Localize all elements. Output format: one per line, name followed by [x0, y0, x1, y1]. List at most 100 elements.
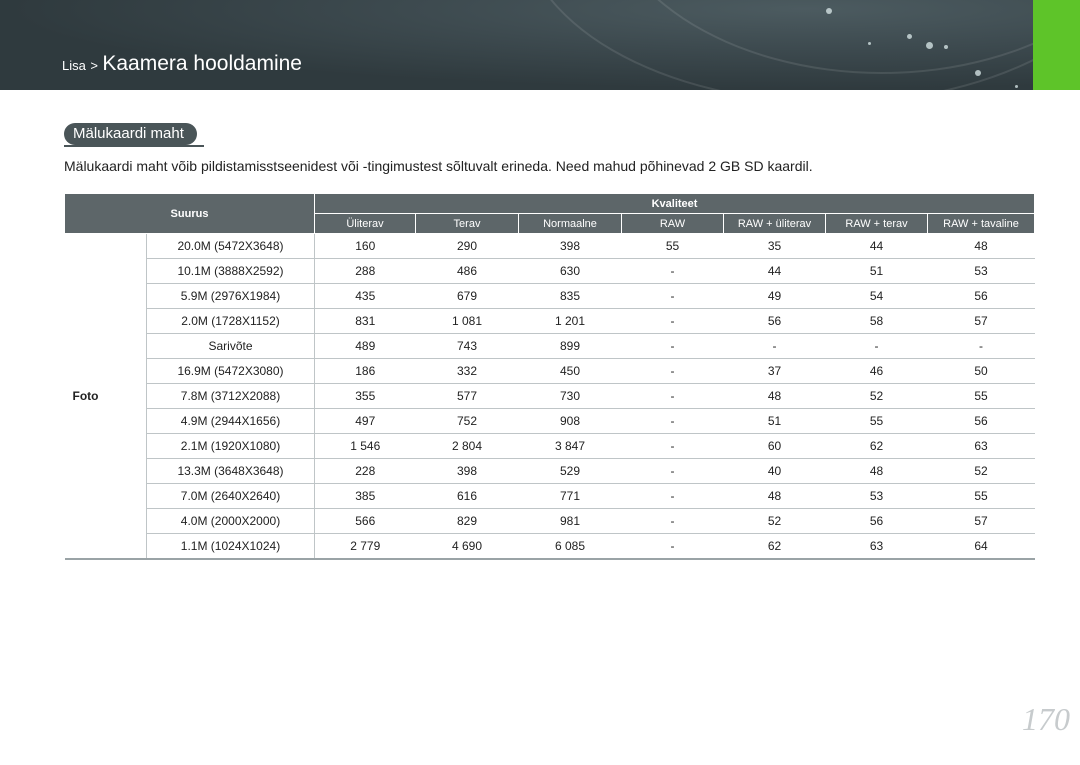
- capacity-cell: 630: [518, 258, 622, 284]
- capacity-cell: 54: [825, 283, 928, 309]
- capacity-cell: 450: [518, 358, 622, 384]
- size-cell: 2.0M (1728X1152): [146, 308, 315, 334]
- capacity-cell: 6 085: [518, 533, 622, 560]
- capacity-cell: -: [621, 408, 724, 434]
- capacity-cell: 37: [723, 358, 826, 384]
- capacity-cell: 52: [825, 383, 928, 409]
- capacity-cell: -: [825, 333, 928, 359]
- capacity-cell: 566: [314, 508, 416, 534]
- intro-text: Mälukaardi maht võib pildistamisstseenid…: [64, 158, 813, 174]
- table-row: 4.9M (2944X1656) 497 752 908-51 55 56: [65, 408, 1035, 434]
- size-cell: 2.1M (1920X1080): [146, 433, 315, 459]
- table-row: Sarivõte 489 743 899- - - -: [65, 333, 1035, 359]
- capacity-cell: 908: [518, 408, 622, 434]
- capacity-cell: 981: [518, 508, 622, 534]
- capacity-cell: 616: [415, 483, 519, 509]
- capacity-cell: -: [927, 333, 1035, 359]
- breadcrumb-parent[interactable]: Lisa: [62, 58, 86, 73]
- capacity-cell: 679: [415, 283, 519, 309]
- capacity-cell: 4 690: [415, 533, 519, 560]
- capacity-cell: 48: [723, 483, 826, 509]
- capacity-cell: -: [621, 533, 724, 560]
- capacity-cell: 56: [723, 308, 826, 334]
- table-row: 2.0M (1728X1152) 831 1 081 1 201-56 58 57: [65, 308, 1035, 334]
- capacity-cell: 44: [825, 233, 928, 259]
- capacity-cell: 64: [927, 533, 1035, 560]
- capacity-cell: 48: [825, 458, 928, 484]
- page-number: 170: [1022, 701, 1070, 737]
- capacity-cell: 49: [723, 283, 826, 309]
- page-title: Kaamera hooldamine: [102, 52, 302, 75]
- section-underline: [64, 145, 204, 147]
- capacity-cell: -: [621, 458, 724, 484]
- capacity-cell: 398: [415, 458, 519, 484]
- capacity-cell: 56: [927, 283, 1035, 309]
- size-cell: 7.0M (2640X2640): [146, 483, 315, 509]
- capacity-cell: 730: [518, 383, 622, 409]
- capacity-cell: 1 201: [518, 308, 622, 334]
- capacity-cell: 1 081: [415, 308, 519, 334]
- quality-column-header-cell: RAW: [621, 213, 724, 234]
- quality-column-header: Kvaliteet: [313, 193, 1036, 214]
- capacity-cell: 160: [314, 233, 416, 259]
- capacity-cell: -: [621, 433, 724, 459]
- capacity-cell: 55: [621, 233, 724, 259]
- capacity-cell: -: [621, 258, 724, 284]
- size-cell: 20.0M (5472X3648): [146, 233, 315, 259]
- capacity-cell: 771: [518, 483, 622, 509]
- table-row: 5.9M (2976X1984) 435 679 835-49 54 56: [65, 283, 1035, 309]
- capacity-cell: 55: [927, 483, 1035, 509]
- capacity-cell: -: [621, 508, 724, 534]
- capacity-cell: 743: [415, 333, 519, 359]
- capacity-cell: 62: [825, 433, 928, 459]
- capacity-cell: 288: [314, 258, 416, 284]
- capacity-cell: 35: [723, 233, 826, 259]
- capacity-cell: 50: [927, 358, 1035, 384]
- capacity-cell: 577: [415, 383, 519, 409]
- capacity-cell: 63: [927, 433, 1035, 459]
- size-cell: Sarivõte: [146, 333, 315, 359]
- size-cell: 1.1M (1024X1024): [146, 533, 315, 560]
- capacity-cell: 186: [314, 358, 416, 384]
- capacity-cell: 51: [723, 408, 826, 434]
- capacity-cell: 435: [314, 283, 416, 309]
- capacity-cell: 486: [415, 258, 519, 284]
- size-cell: 13.3M (3648X3648): [146, 458, 315, 484]
- chapter-tab: [1033, 0, 1080, 90]
- table-row: 16.9M (5472X3080) 186 332 450-37 46 50: [65, 358, 1035, 384]
- table-row: Foto 20.0M (5472X3648) 160 290 398 55 35 44 48: [64, 233, 1035, 560]
- capacity-cell: 63: [825, 533, 928, 560]
- quality-column-header-cell: RAW + üliterav: [723, 213, 826, 234]
- capacity-cell: -: [621, 283, 724, 309]
- capacity-cell: 58: [825, 308, 928, 334]
- breadcrumb: Lisa > Kaamera hooldamine: [62, 52, 302, 76]
- capacity-cell: -: [621, 308, 724, 334]
- quality-column-header-cell: RAW + tavaline: [926, 213, 1036, 234]
- capacity-cell: 56: [927, 408, 1035, 434]
- table-row: 10.1M (3888X2592) 288 486 630-44 51 53: [65, 258, 1035, 284]
- capacity-cell: 829: [415, 508, 519, 534]
- size-column-header: Suurus: [64, 193, 315, 234]
- capacity-cell: 40: [723, 458, 826, 484]
- capacity-cell: 55: [927, 383, 1035, 409]
- size-cell: 4.0M (2000X2000): [146, 508, 315, 534]
- size-cell: 4.9M (2944X1656): [146, 408, 315, 434]
- capacity-cell: 2 804: [415, 433, 519, 459]
- table-row: 1.1M (1024X1024) 2 779 4 690 6 085-62 63 64: [65, 533, 1035, 560]
- table-row: 2.1M (1920X1080) 1 546 2 804 3 847-60 62 63: [65, 433, 1035, 459]
- capacity-cell: 60: [723, 433, 826, 459]
- capacity-cell: 489: [314, 333, 416, 359]
- table-row: 4.0M (2000X2000) 566 829 981-52 56 57: [65, 508, 1035, 534]
- capacity-cell: -: [621, 483, 724, 509]
- capacity-cell: 385: [314, 483, 416, 509]
- quality-column-header-cell: Normaalne: [518, 213, 622, 234]
- table-row: 7.0M (2640X2640) 385 616 771-48 53 55: [65, 483, 1035, 509]
- capacity-cell: 48: [927, 233, 1035, 259]
- capacity-cell: 899: [518, 333, 622, 359]
- capacity-cell: 57: [927, 508, 1035, 534]
- capacity-cell: 52: [723, 508, 826, 534]
- size-cell: 10.1M (3888X2592): [146, 258, 315, 284]
- capacity-cell: 48: [723, 383, 826, 409]
- capacity-cell: 290: [415, 233, 519, 259]
- capacity-cell: 46: [825, 358, 928, 384]
